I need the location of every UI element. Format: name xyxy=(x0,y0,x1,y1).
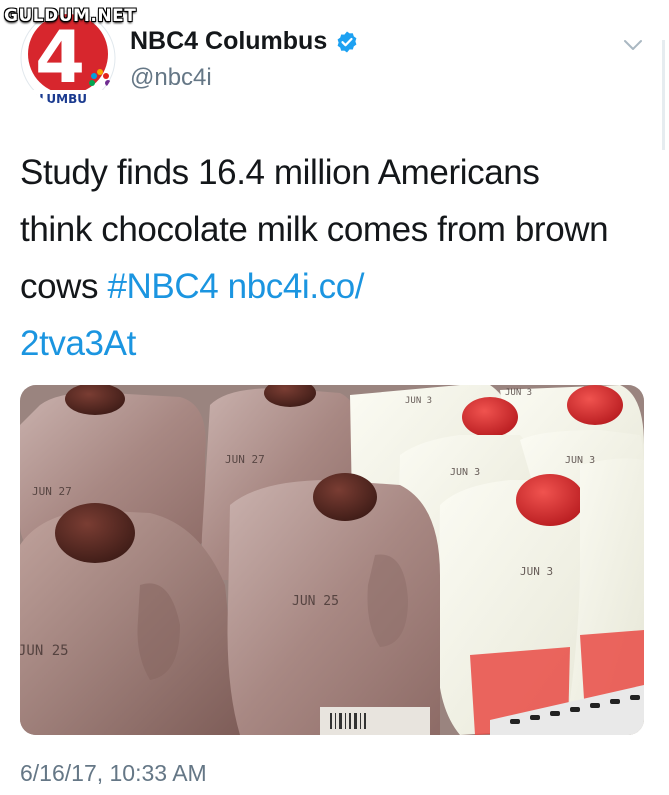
chevron-down-icon[interactable] xyxy=(622,34,644,56)
date-stamp: JUN 3 xyxy=(450,467,480,478)
barcode-label xyxy=(320,707,430,735)
date-stamp: JUN 3 xyxy=(405,396,432,406)
date-stamp: JUN 3 xyxy=(565,455,595,466)
date-stamp: JUN 3 xyxy=(505,388,532,398)
date-stamp: JUN 25 xyxy=(292,594,339,609)
avatar-number: 4 xyxy=(35,15,85,99)
url-link-part2[interactable]: 2tva3At xyxy=(20,324,136,363)
jug-cap xyxy=(55,503,135,563)
date-stamp: JUN 3 xyxy=(520,565,553,578)
avatar-caption: OLUMBU xyxy=(29,92,87,106)
hashtag-link[interactable]: #NBC4 xyxy=(107,267,218,306)
jug-cap xyxy=(462,397,518,437)
jug-cap xyxy=(313,473,377,521)
account-name-row[interactable]: NBC4 Columbus xyxy=(130,27,359,56)
tweet-timestamp[interactable]: 6/16/17, 10:33 AM xyxy=(20,760,207,787)
display-name[interactable]: NBC4 Columbus xyxy=(130,27,327,56)
verified-badge-icon xyxy=(337,31,357,52)
divider xyxy=(662,40,665,150)
watermark: GULDUM.NET xyxy=(4,6,137,26)
jug-cap xyxy=(516,474,584,526)
jug-cap xyxy=(567,385,623,425)
url-link-part1[interactable]: nbc4i.co/ xyxy=(228,267,365,306)
milk-jugs-image: JUN 27 JUN 27 JUN 25 JUN 25 JUN 3 JUN 3 … xyxy=(20,385,644,735)
tweet-photo[interactable]: JUN 27 JUN 27 JUN 25 JUN 25 JUN 3 JUN 3 … xyxy=(20,385,644,735)
date-stamp: JUN 25 xyxy=(20,643,69,659)
date-stamp: JUN 27 xyxy=(32,485,72,498)
account-handle[interactable]: @nbc4i xyxy=(130,64,212,92)
date-stamp: JUN 27 xyxy=(225,453,265,466)
tweet-text: Study finds 16.4 million Americans think… xyxy=(20,144,620,372)
